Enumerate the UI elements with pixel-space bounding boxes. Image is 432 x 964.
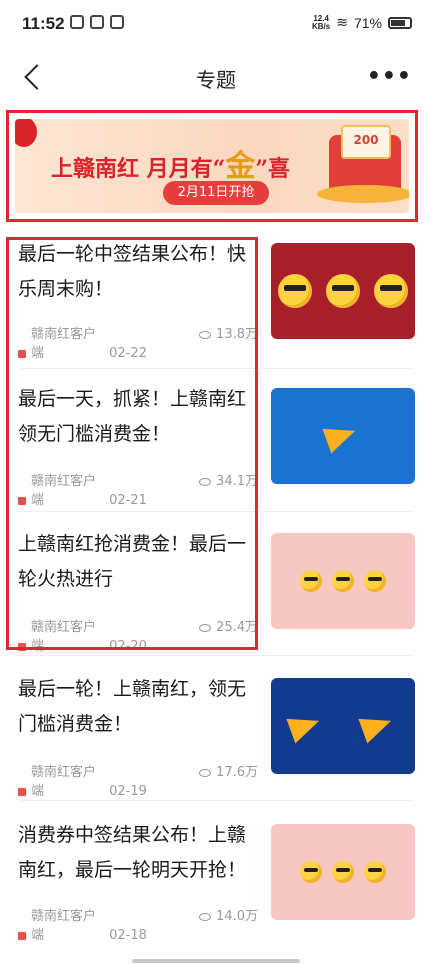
notification-icons bbox=[70, 15, 124, 29]
sunglasses-emoji-icon bbox=[374, 274, 408, 308]
article-title: 最后一天，抓紧！上赣南红领无门槛消费金！ bbox=[18, 388, 247, 445]
megaphone-icon bbox=[324, 417, 362, 455]
article-meta: 赣南红客户端 02-20 25.4万 bbox=[18, 616, 258, 654]
wechat-notification-icon bbox=[90, 15, 104, 29]
view-count: 14.0万 bbox=[199, 905, 258, 924]
view-count: 17.6万 bbox=[199, 761, 258, 780]
speaker-icon bbox=[18, 787, 26, 796]
speaker-icon bbox=[18, 496, 26, 505]
divider bbox=[18, 800, 414, 801]
lantern-icon bbox=[15, 119, 37, 147]
article-date: 02-22 bbox=[109, 346, 147, 361]
smirk-emoji-icon bbox=[300, 570, 322, 592]
network-speed: 12.4 KB/s bbox=[312, 13, 331, 31]
megaphone-icon bbox=[288, 707, 326, 745]
app-notification-icon bbox=[70, 15, 84, 29]
eye-icon bbox=[199, 330, 212, 339]
sunglasses-emoji-icon bbox=[326, 274, 360, 308]
nav-header: 专题 ••• bbox=[0, 48, 432, 106]
article-meta: 赣南红客户端 02-19 17.6万 bbox=[18, 761, 258, 799]
article-title: 最后一轮！上赣南红，领无门槛消费金！ bbox=[18, 678, 247, 735]
article-title: 消费券中签结果公布！上赣南红，最后一轮明天开抢！ bbox=[18, 824, 247, 881]
article-meta: 赣南红客户端 02-22 13.8万 bbox=[18, 323, 258, 361]
smirk-emoji-icon bbox=[364, 861, 386, 883]
article-item[interactable]: 最后一轮中签结果公布！快乐周末购！ 赣南红客户端 02-22 13.8万 bbox=[0, 237, 432, 382]
eye-icon bbox=[199, 623, 212, 632]
article-thumbnail bbox=[271, 388, 415, 484]
article-meta: 赣南红客户端 02-18 14.0万 bbox=[18, 905, 258, 943]
smirk-emoji-icon bbox=[332, 570, 354, 592]
article-title: 最后一轮中签结果公布！快乐周末购！ bbox=[18, 243, 247, 300]
view-count: 25.4万 bbox=[199, 616, 258, 635]
view-count: 13.8万 bbox=[199, 323, 258, 342]
promo-banner-highlight: 上赣南红 月月有“金”喜 2月11日开抢 200 bbox=[6, 110, 418, 222]
eye-icon bbox=[199, 768, 212, 777]
article-item[interactable]: 最后一轮！上赣南红，领无门槛消费金！ 赣南红客户端 02-19 17.6万 bbox=[0, 672, 432, 817]
article-date: 02-19 bbox=[109, 784, 147, 799]
app-notification-icon bbox=[110, 15, 124, 29]
article-source: 赣南红客户端 bbox=[31, 765, 97, 799]
speaker-icon bbox=[18, 931, 26, 940]
article-meta: 赣南红客户端 02-21 34.1万 bbox=[18, 470, 258, 508]
status-right: 12.4 KB/s ≋ 71% bbox=[312, 14, 412, 31]
status-bar: 11:52 12.4 KB/s ≋ 71% bbox=[0, 0, 432, 48]
coupon-icon: 200 bbox=[341, 125, 391, 159]
eye-icon bbox=[199, 912, 212, 921]
banner-start-button[interactable]: 2月11日开抢 bbox=[163, 181, 269, 205]
speaker-icon bbox=[18, 642, 26, 651]
view-count: 34.1万 bbox=[199, 470, 258, 489]
more-options-icon[interactable]: ••• bbox=[367, 64, 412, 89]
article-item[interactable]: 消费券中签结果公布！上赣南红，最后一轮明天开抢！ 赣南红客户端 02-18 14… bbox=[0, 818, 432, 963]
article-source: 赣南红客户端 bbox=[31, 620, 97, 654]
sunglasses-emoji-icon bbox=[278, 274, 312, 308]
article-thumbnail bbox=[271, 678, 415, 774]
megaphone-icon bbox=[360, 707, 398, 745]
wifi-icon: ≋ bbox=[336, 14, 348, 30]
banner-slogan: 上赣南红 月月有“金”喜 bbox=[51, 149, 290, 184]
article-source: 赣南红客户端 bbox=[31, 474, 97, 508]
battery-icon bbox=[388, 16, 412, 29]
article-source: 赣南红客户端 bbox=[31, 327, 97, 361]
eye-icon bbox=[199, 477, 212, 486]
status-time: 11:52 bbox=[22, 14, 65, 33]
article-item[interactable]: 最后一天，抓紧！上赣南红领无门槛消费金！ 赣南红客户端 02-21 34.1万 bbox=[0, 382, 432, 527]
article-date: 02-18 bbox=[109, 928, 147, 943]
divider bbox=[18, 511, 414, 512]
battery-percent: 71% bbox=[353, 14, 382, 31]
article-thumbnail bbox=[271, 243, 415, 339]
smirk-emoji-icon bbox=[364, 570, 386, 592]
article-thumbnail bbox=[271, 824, 415, 920]
home-indicator[interactable] bbox=[132, 959, 300, 963]
speaker-icon bbox=[18, 349, 26, 358]
article-date: 02-20 bbox=[109, 639, 147, 654]
promo-banner[interactable]: 上赣南红 月月有“金”喜 2月11日开抢 200 bbox=[15, 119, 409, 213]
article-title: 上赣南红抢消费金！最后一轮火热进行 bbox=[18, 533, 247, 590]
smirk-emoji-icon bbox=[300, 861, 322, 883]
article-item[interactable]: 上赣南红抢消费金！最后一轮火热进行 赣南红客户端 02-20 25.4万 bbox=[0, 527, 432, 672]
article-source: 赣南红客户端 bbox=[31, 909, 97, 943]
article-thumbnail bbox=[271, 533, 415, 629]
smirk-emoji-icon bbox=[332, 861, 354, 883]
divider bbox=[18, 655, 414, 656]
divider bbox=[18, 368, 414, 369]
article-date: 02-21 bbox=[109, 493, 147, 508]
